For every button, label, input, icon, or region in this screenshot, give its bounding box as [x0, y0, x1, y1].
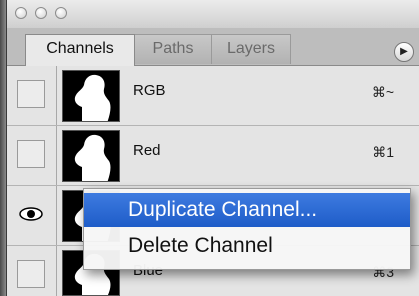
close-button[interactable]: [15, 7, 27, 19]
panel-titlebar: [7, 0, 419, 29]
minimize-button[interactable]: [35, 7, 47, 19]
menu-item-label: Delete Channel: [128, 234, 273, 257]
tab-paths-label: Paths: [152, 40, 194, 57]
visibility-toggle[interactable]: [17, 140, 45, 168]
panel-tabs: Channels Paths Layers ▶: [7, 28, 419, 66]
eye-icon[interactable]: [18, 206, 44, 222]
menu-item-label: Duplicate Channel...: [128, 198, 318, 221]
context-menu: Duplicate Channel... Delete Channel: [83, 188, 411, 270]
zoom-button[interactable]: [55, 7, 67, 19]
channel-shortcut: ⌘~: [371, 84, 394, 100]
visibility-toggle[interactable]: [17, 80, 45, 108]
channel-name: Red: [133, 142, 161, 159]
panel-menu-button[interactable]: ▶: [394, 42, 414, 62]
visibility-cell[interactable]: [7, 246, 57, 296]
tab-paths[interactable]: Paths: [133, 34, 213, 64]
channel-thumbnail: [62, 70, 120, 122]
menu-item-delete-channel[interactable]: Delete Channel: [84, 229, 410, 263]
tab-layers[interactable]: Layers: [211, 34, 291, 64]
menu-item-duplicate-channel[interactable]: Duplicate Channel...: [84, 193, 410, 227]
visibility-cell[interactable]: [7, 126, 57, 185]
channel-thumbnail: [62, 130, 120, 182]
triangle-right-icon: ▶: [400, 46, 408, 57]
visibility-toggle[interactable]: [17, 260, 45, 288]
visibility-cell[interactable]: [7, 186, 57, 245]
tab-layers-label: Layers: [226, 40, 276, 57]
channel-row-rgb[interactable]: RGB ⌘~: [7, 66, 419, 126]
channel-row-red[interactable]: Red ⌘1: [7, 126, 419, 186]
channel-name: RGB: [133, 82, 166, 99]
visibility-cell[interactable]: [7, 66, 57, 125]
tab-channels-label: Channels: [46, 40, 114, 57]
tab-channels[interactable]: Channels: [25, 34, 135, 66]
channel-shortcut: ⌘1: [372, 144, 394, 160]
channels-panel: Channels Paths Layers ▶ RGB ⌘~ Red ⌘1 Bl…: [6, 0, 419, 296]
